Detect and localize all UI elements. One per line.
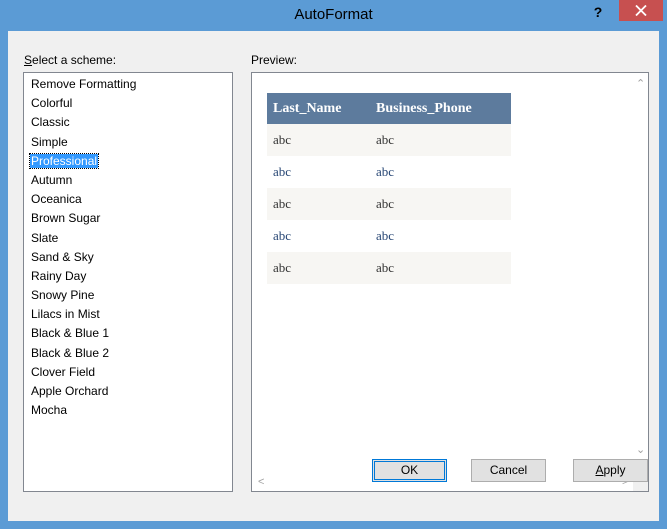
table-cell: abc [267,252,370,284]
scheme-item[interactable]: Apple Orchard [24,382,232,401]
scroll-left-icon[interactable]: < [258,476,264,488]
scheme-item-label: Professional [28,152,100,169]
table-row: abc abc [267,156,511,188]
scheme-item[interactable]: Lilacs in Mist [24,305,232,324]
scheme-item-label: Autumn [31,172,73,187]
scheme-item-label: Sand & Sky [31,249,94,264]
scroll-up-icon[interactable]: ⌃ [636,77,645,90]
table-row: abc abc [267,252,511,284]
scheme-item-label: Classic [31,115,70,130]
scheme-item-label: Colorful [31,96,73,111]
scheme-item[interactable]: Oceanica [24,190,232,209]
close-button[interactable] [619,0,663,21]
table-row: abc abc [267,188,511,220]
dialog-body: Select a scheme: Preview: Remove Formatt… [8,31,659,521]
close-icon [635,5,647,16]
table-cell: abc [370,188,511,220]
vertical-scrollbar[interactable]: ⌃ ⌄ [633,73,648,474]
table-row: abc abc [267,220,511,252]
scheme-item[interactable]: Black & Blue 1 [24,324,232,343]
preview-table: Last_Name Business_Phone abc abc abc abc [267,93,511,284]
scheme-item[interactable]: Sand & Sky [24,248,232,267]
table-cell: abc [370,220,511,252]
scheme-item[interactable]: Colorful [24,94,232,113]
help-button[interactable]: ? [587,2,609,22]
scheme-item-label: Oceanica [31,192,82,207]
preview-area: Last_Name Business_Phone abc abc abc abc [253,74,633,470]
table-cell: abc [267,124,370,156]
scheme-item[interactable]: Mocha [24,401,232,420]
scheme-item[interactable]: Black & Blue 2 [24,344,232,363]
scheme-item[interactable]: Slate [24,229,232,248]
scheme-item-label: Brown Sugar [31,211,101,226]
column-header: Last_Name [267,93,370,124]
title-bar[interactable]: AutoFormat ? [0,0,667,30]
table-cell: abc [267,188,370,220]
scheme-item[interactable]: Remove Formatting [24,75,232,94]
scheme-item-label: Clover Field [31,364,96,379]
preview-label: Preview: [251,53,298,67]
apply-button[interactable]: Apply [573,459,648,482]
scheme-item-label: Slate [31,230,59,245]
preview-header-row: Last_Name Business_Phone [267,93,511,124]
scheme-item[interactable]: Autumn [24,171,232,190]
scheme-item-label: Black & Blue 2 [31,345,110,360]
scheme-item-label: Apple Orchard [31,384,109,398]
scheme-item-label: Lilacs in Mist [31,307,100,322]
scheme-item[interactable]: Classic [24,113,232,132]
scheme-item-label: Rainy Day [31,268,87,283]
scheme-item-label: Remove Formatting [31,77,137,91]
table-cell: abc [370,124,511,156]
scheme-item-label: Black & Blue 1 [31,326,110,341]
preview-pane: Last_Name Business_Phone abc abc abc abc [251,72,649,492]
ok-button[interactable]: OK [372,459,447,482]
scheme-item[interactable]: Snowy Pine [24,286,232,305]
scheme-item[interactable]: Simple [24,133,232,152]
table-cell: abc [370,156,511,188]
table-row: abc abc [267,124,511,156]
scheme-list[interactable]: Remove Formatting Colorful Classic Simple Pr… [23,72,233,492]
scheme-item[interactable]: Professional [24,152,232,171]
scroll-down-icon[interactable]: ⌄ [636,443,645,456]
cancel-button[interactable]: Cancel [471,459,546,482]
scheme-item[interactable]: Clover Field [24,363,232,382]
scheme-item-label: Mocha [31,403,68,418]
window-title: AutoFormat [294,6,373,23]
autoformat-dialog: AutoFormat ? Select a scheme: Preview: R… [0,0,667,529]
scheme-item-label: Snowy Pine [31,288,95,303]
scheme-item[interactable]: Rainy Day [24,267,232,286]
table-cell: abc [267,220,370,252]
scheme-item-label: Simple [31,134,68,149]
scheme-item[interactable]: Brown Sugar [24,209,232,228]
table-cell: abc [267,156,370,188]
table-cell: abc [370,252,511,284]
scheme-label: Select a scheme: [24,53,117,67]
column-header: Business_Phone [370,93,511,124]
